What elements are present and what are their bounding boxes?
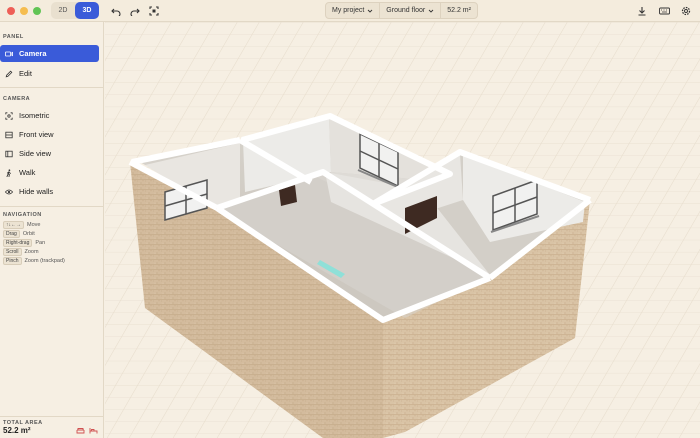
view-mode-toggle: 2D 3D (51, 2, 99, 19)
undo-button[interactable] (108, 3, 124, 19)
nav-hint-row: ↑↓←→ Move (0, 220, 103, 229)
top-toolbar: 2D 3D My project Ground floor 52.2 m² (0, 0, 700, 22)
camera-item-hide-walls[interactable]: Hide walls (0, 182, 99, 201)
camera-section-label: CAMERA (3, 96, 31, 102)
panel-item-camera[interactable]: Camera (0, 45, 99, 62)
view-2d-button[interactable]: 2D (51, 2, 75, 19)
project-name: My project (332, 7, 365, 14)
3d-scene[interactable] (105, 22, 700, 438)
redo-button[interactable] (127, 3, 143, 19)
chevron-down-icon (428, 9, 434, 13)
left-sidebar: PANEL Camera Edit CAMERA Isometric Front… (0, 22, 104, 438)
floor-dropdown[interactable]: Ground floor (380, 3, 442, 18)
view-3d-button[interactable]: 3D (75, 2, 99, 19)
camera-item-front-view[interactable]: Front view (0, 125, 99, 144)
keyboard-icon (658, 7, 670, 15)
key-badge: Pinch (3, 256, 22, 265)
key-badge: ↑↓←→ (3, 220, 24, 229)
project-dropdown[interactable]: My project (326, 3, 381, 18)
side-view-icon (5, 150, 13, 157)
camera-item-side-view[interactable]: Side view (0, 144, 99, 163)
camera-item-walk[interactable]: Walk (0, 163, 99, 182)
toolbar-right-actions (634, 3, 694, 19)
panel-item-label: Edit (19, 69, 32, 78)
floor-name: Ground floor (386, 7, 426, 14)
3d-viewport[interactable] (105, 22, 700, 438)
nav-hint-desc: Zoom (trackpad) (24, 257, 65, 264)
camera-item-label: Hide walls (19, 187, 54, 196)
nav-hint-row: Scroll Zoom (0, 247, 103, 256)
nav-hint-row: Pinch Zoom (trackpad) (0, 256, 103, 265)
camera-item-isometric[interactable]: Isometric (0, 106, 99, 125)
pencil-icon (5, 70, 13, 77)
fit-view-icon (149, 5, 159, 16)
window-controls (7, 6, 41, 15)
key-badge: Right-drag (3, 238, 33, 247)
key-badge: Drag (3, 229, 20, 238)
nav-hint-row: Right-drag Pan (0, 238, 103, 247)
camera-item-label: Front view (19, 130, 54, 139)
nav-hint-desc: Pan (35, 239, 46, 246)
area-value: 52.2 m² (447, 7, 471, 14)
panel-item-edit[interactable]: Edit (0, 65, 99, 82)
front-view-icon (5, 131, 13, 138)
undo-icon (111, 8, 121, 16)
navigation-section-label: NAVIGATION (3, 212, 42, 218)
camera-icon (5, 51, 13, 56)
panel-section-label: PANEL (3, 34, 24, 40)
total-area-panel: TOTAL AREA 52.2 m² (0, 416, 104, 438)
nav-hint-row: Drag Orbit (0, 229, 103, 238)
close-window-button[interactable] (7, 6, 15, 15)
download-button[interactable] (634, 3, 650, 19)
nav-hint-desc: Move (27, 221, 41, 228)
nav-hint-desc: Orbit (22, 230, 35, 237)
camera-item-label: Side view (19, 149, 52, 158)
camera-item-label: Isometric (19, 111, 50, 120)
gear-icon (681, 6, 691, 16)
key-badge: Scroll (3, 247, 22, 256)
keyboard-shortcuts-button[interactable] (656, 3, 672, 19)
project-selector-group: My project Ground floor 52.2 m² (325, 2, 478, 19)
sofa-icon[interactable] (76, 427, 85, 434)
walk-icon (6, 168, 11, 177)
total-area-value: 52.2 m² (3, 426, 31, 435)
bed-icon[interactable] (89, 427, 98, 434)
fit-view-button[interactable] (146, 3, 162, 19)
zoom-window-button[interactable] (33, 6, 41, 15)
panel-item-label: Camera (19, 49, 47, 58)
eye-icon (5, 189, 13, 194)
settings-button[interactable] (678, 3, 694, 19)
area-readout: 52.2 m² (441, 3, 477, 18)
minimize-window-button[interactable] (20, 6, 28, 15)
chevron-down-icon (367, 9, 373, 13)
redo-icon (130, 8, 140, 16)
camera-item-label: Walk (19, 168, 36, 177)
nav-hint-desc: Zoom (24, 248, 39, 255)
isometric-icon (5, 111, 13, 120)
download-icon (638, 7, 646, 16)
